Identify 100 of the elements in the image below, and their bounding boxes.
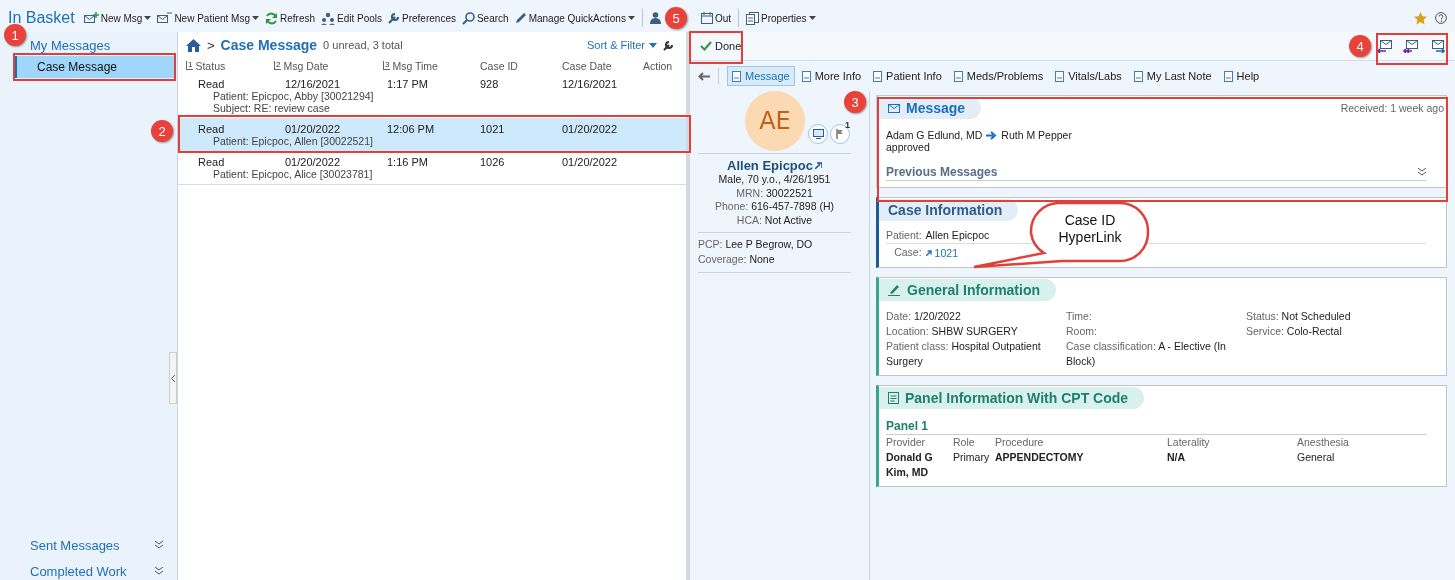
column-header: Laterality (1167, 435, 1211, 450)
caret-icon (252, 16, 259, 20)
message-row[interactable]: Read 12/16/2021 1:17 PM 928 12/16/2021 Patient: Epicpoc, Abby [30021294] Subject: RE: review case (178, 73, 686, 118)
field-label: Case: (894, 246, 922, 258)
info-field: Room: (1066, 324, 1246, 339)
field-value: Lee P Begrow, DO (725, 238, 813, 250)
column-header: Procedure (995, 435, 1045, 450)
column-header[interactable]: Case Date (562, 59, 612, 72)
message-body: approved (886, 141, 931, 153)
document-icon (873, 70, 883, 82)
column-header[interactable]: Action (643, 59, 673, 72)
tab[interactable]: Vitals/Labs (1050, 66, 1127, 86)
toolbar-button[interactable]: Manage QuickActions (511, 10, 638, 26)
toolbar-button[interactable]: Search (458, 9, 512, 27)
highlight-frame (1376, 33, 1448, 65)
column-header[interactable]: Msg Date (283, 59, 329, 72)
card-title: General Information (879, 279, 1057, 301)
toolbar-button[interactable]: Preferences (385, 10, 459, 26)
tab[interactable]: Message (727, 66, 795, 86)
case-link[interactable]: 1021 (925, 247, 958, 259)
received-time: Received: 1 week ago (1340, 102, 1444, 114)
message-row[interactable]: Read 01/20/2022 12:06 PM 1021 01/20/2022 Patient: Epicpoc, Allen [30022521] (178, 118, 686, 151)
external-link-icon (815, 162, 822, 169)
flag-button[interactable]: 1 (830, 124, 850, 144)
field-value: None (749, 253, 775, 265)
field-value: Not Active (764, 213, 813, 226)
caret-icon (627, 16, 635, 20)
message-detail: Patient: Epicpoc, Alice [30023781] (213, 168, 373, 180)
toolbar-button[interactable]: New Patient Msg (154, 10, 262, 26)
collapse-handle[interactable] (169, 352, 177, 404)
chevron-icon (171, 374, 175, 382)
message-detail: Subject: RE: review case (213, 102, 330, 114)
column-header[interactable]: Case ID (480, 59, 518, 72)
column-header[interactable]: Msg Time (392, 59, 438, 72)
tab[interactable]: More Info (796, 66, 867, 86)
table-cell: 12:06 PM (387, 123, 435, 135)
column-header[interactable]: Status (195, 59, 226, 72)
person-icon (649, 12, 661, 24)
tab[interactable]: Help (1218, 66, 1265, 86)
message-count: 0 unread, 3 total (323, 39, 403, 51)
section-link[interactable]: Sent Messages (30, 537, 120, 553)
envelope-arrow-icon (1429, 39, 1445, 53)
info-field: Service: Colo-Rectal (1246, 324, 1426, 339)
toolbar-button[interactable]: New Msg (80, 10, 155, 26)
info-field: Date: 1/20/2022 (886, 309, 1066, 324)
toolbar-button[interactable]: Properties (743, 9, 819, 27)
envelope-arrow-icon (1377, 39, 1393, 53)
envelope-arrow-icon (1403, 39, 1419, 53)
toolbar-button[interactable]: Refresh (262, 9, 318, 27)
toolbar-button[interactable]: Edit Pools (318, 9, 386, 27)
section-link[interactable]: Completed Work (30, 563, 127, 579)
table-cell: 1021 (480, 123, 505, 135)
forward-button[interactable] (1429, 39, 1445, 53)
refresh-icon (265, 11, 278, 25)
field-label: Phone: (714, 200, 749, 212)
calendar-icon (700, 12, 713, 24)
field-value: 30022521 (766, 186, 813, 199)
monitor-glyph-icon (812, 129, 824, 139)
reply-button[interactable] (1377, 39, 1393, 53)
folder-item[interactable]: Case Message (14, 56, 175, 78)
table-cell: 1:16 PM (387, 156, 428, 168)
field-value: Male, 70 y.o., 4/26/1951 (718, 173, 831, 185)
home-icon (186, 38, 201, 52)
tab[interactable]: Patient Info (868, 66, 947, 86)
star-icon (1414, 11, 1427, 25)
caret-icon (808, 16, 816, 20)
message-detail: Patient: Epicpoc, Allen [30022521] (213, 135, 373, 147)
field-label: Patient: (886, 229, 922, 241)
table-cell: 01/20/2022 (562, 156, 618, 168)
sort-filter-button[interactable]: Sort & Filter (586, 39, 657, 51)
envelope-icon (888, 103, 900, 113)
done-button[interactable]: Done (696, 38, 746, 54)
field-value: 616-457-7898 (H) (751, 200, 835, 212)
table-cell: 01/20/2022 (285, 156, 341, 168)
document-icon (953, 70, 963, 82)
sender: Adam G Edlund, MD (886, 129, 983, 141)
table-cell: N/A (1167, 451, 1186, 463)
message-row[interactable]: Read 01/20/2022 1:16 PM 1026 01/20/2022 Patient: Epicpoc, Alice [30023781] (178, 151, 686, 184)
help-icon (1435, 12, 1447, 24)
reply-all-button[interactable] (1403, 39, 1419, 53)
tab[interactable]: My Last Note (1128, 66, 1217, 86)
caret-icon (144, 16, 152, 20)
field-value: Allen Epicpoc (925, 229, 990, 241)
double-chevron-icon (1418, 168, 1426, 176)
double-chevron-icon (155, 567, 163, 575)
wrench-icon (663, 39, 674, 51)
table-cell: 01/20/2022 (562, 123, 618, 135)
table-cell: APPENDECTOMY (995, 451, 1084, 463)
field-label: HCA: (736, 213, 762, 226)
envelope-icon (157, 12, 173, 24)
right-arrow-icon (986, 130, 998, 140)
previous-messages-toggle[interactable]: Previous Messages (886, 165, 998, 179)
field-label: MRN: (736, 186, 764, 199)
patient-name-link[interactable]: Allen Epicpoc (727, 158, 813, 173)
document-icon (732, 70, 741, 82)
toolbar-button[interactable]: Out (697, 10, 735, 26)
monitor-icon[interactable] (808, 124, 828, 144)
tab[interactable]: Meds/Problems (948, 66, 1049, 86)
wrench-icon (388, 12, 401, 24)
table-cell: Read (198, 156, 225, 168)
